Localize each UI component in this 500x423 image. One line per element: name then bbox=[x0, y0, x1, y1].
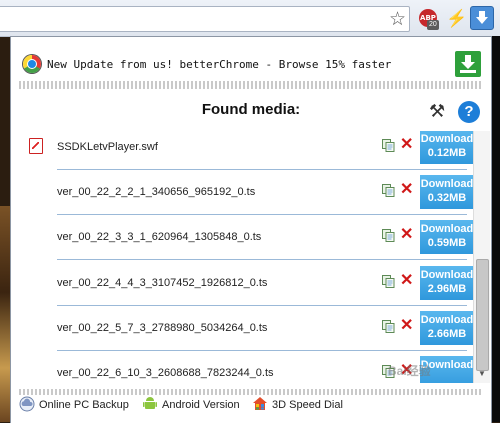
download-button[interactable]: Download 0.59MB bbox=[420, 220, 473, 254]
found-media-title: Found media: bbox=[201, 101, 301, 118]
copy-link-icon[interactable] bbox=[382, 139, 395, 152]
extension-icon[interactable]: ⚡ bbox=[446, 9, 467, 29]
scroll-down-arrow-icon[interactable]: ▼ bbox=[478, 369, 486, 378]
update-banner[interactable]: New Update from us! betterChrome - Brows… bbox=[21, 49, 481, 81]
delete-icon[interactable]: ✕ bbox=[400, 179, 413, 199]
copy-link-icon[interactable] bbox=[382, 229, 395, 242]
media-filename: ver_00_22_6_10_3_2608688_7823244_0.ts bbox=[57, 367, 274, 379]
media-row: ver_00_22_3_3_1_620964_1305848_0.ts ✕ Down… bbox=[11, 220, 473, 265]
scrollbar[interactable]: ▼ bbox=[473, 131, 490, 383]
bookmark-star-icon[interactable]: ☆ bbox=[389, 8, 406, 31]
download-button[interactable]: Download 2.66MB bbox=[420, 311, 473, 345]
delete-icon[interactable]: ✕ bbox=[400, 134, 413, 154]
download-size: 0.59MB bbox=[427, 237, 467, 249]
download-button-label: Download bbox=[420, 178, 473, 190]
row-separator bbox=[57, 259, 467, 260]
watermark: Bai经验 bbox=[388, 364, 431, 378]
media-filename: ver_00_22_5_7_3_2788980_5034264_0.ts bbox=[57, 322, 268, 334]
delete-icon[interactable]: ✕ bbox=[400, 270, 413, 290]
download-size: 2.96MB bbox=[427, 283, 467, 295]
online-pc-backup-link[interactable]: Online PC Backup bbox=[39, 399, 129, 411]
android-icon bbox=[143, 397, 157, 409]
media-row: ver_00_22_5_7_3_2788980_5034264_0.ts ✕ Dow… bbox=[11, 311, 473, 356]
speed-dial-icon bbox=[253, 397, 267, 410]
popup-footer: Online PC Backup Android Version 3D Spee… bbox=[11, 387, 491, 423]
betterchrome-logo-icon bbox=[23, 55, 41, 73]
flash-file-icon bbox=[29, 138, 43, 154]
download-size: 0.32MB bbox=[427, 192, 467, 204]
scrollbar-thumb[interactable] bbox=[476, 259, 489, 371]
help-icon[interactable]: ? bbox=[458, 101, 480, 123]
cloud-backup-icon bbox=[19, 396, 35, 412]
media-filename: ver_00_22_2_2_1_340656_965192_0.ts bbox=[57, 186, 256, 198]
copy-link-icon[interactable] bbox=[382, 275, 395, 288]
media-filename: ver_00_22_3_3_1_620964_1305848_0.ts bbox=[57, 231, 262, 243]
download-arrow-icon bbox=[476, 11, 488, 24]
download-button[interactable]: Download 2.96MB bbox=[420, 266, 473, 300]
media-row: ver_00_22_2_2_1_340656_965192_0.ts ✕ Downl… bbox=[11, 175, 473, 220]
download-button[interactable]: Download 0.12MB bbox=[420, 131, 473, 164]
speed-dial-link[interactable]: 3D Speed Dial bbox=[272, 399, 343, 411]
tools-icon[interactable]: ⚒ bbox=[429, 101, 445, 122]
footer-divider bbox=[19, 389, 483, 395]
download-size: 0.12MB bbox=[427, 147, 467, 159]
download-button-label: Download bbox=[420, 223, 473, 235]
update-banner-text[interactable]: New Update from us! betterChrome - Brows… bbox=[47, 58, 391, 71]
download-icon[interactable] bbox=[455, 51, 481, 77]
address-bar[interactable] bbox=[0, 6, 410, 32]
row-separator bbox=[57, 169, 467, 170]
download-button-label: Download bbox=[420, 269, 473, 281]
browser-toolbar: ☆ ABP 20 ⚡ bbox=[0, 0, 500, 37]
divider bbox=[19, 81, 483, 89]
copy-link-icon[interactable] bbox=[382, 320, 395, 333]
row-separator bbox=[57, 350, 467, 351]
media-filename: ver_00_22_4_4_3_3107452_1926812_0.ts bbox=[57, 277, 268, 289]
android-version-link[interactable]: Android Version bbox=[162, 399, 240, 411]
row-separator bbox=[57, 214, 467, 215]
download-size: 2.66MB bbox=[427, 328, 467, 340]
media-row: SSDKLetvPlayer.swf ✕ Download 0.12MB bbox=[11, 131, 473, 175]
download-button[interactable]: Download 0.32MB bbox=[420, 175, 473, 209]
media-filename: SSDKLetvPlayer.swf bbox=[57, 141, 158, 153]
copy-link-icon[interactable] bbox=[382, 184, 395, 197]
adblock-count-badge: 20 bbox=[427, 20, 439, 30]
delete-icon[interactable]: ✕ bbox=[400, 224, 413, 244]
delete-icon[interactable]: ✕ bbox=[400, 315, 413, 335]
download-button-label: Download bbox=[420, 314, 473, 326]
download-extension-button[interactable] bbox=[470, 6, 494, 30]
page-background bbox=[0, 206, 10, 422]
download-button-label: Download bbox=[420, 133, 473, 145]
media-row: ver_00_22_4_4_3_3107452_1926812_0.ts ✕ Dow… bbox=[11, 266, 473, 311]
row-separator bbox=[57, 305, 467, 306]
media-list: SSDKLetvPlayer.swf ✕ Download 0.12MB ver_00_… bbox=[11, 131, 473, 383]
